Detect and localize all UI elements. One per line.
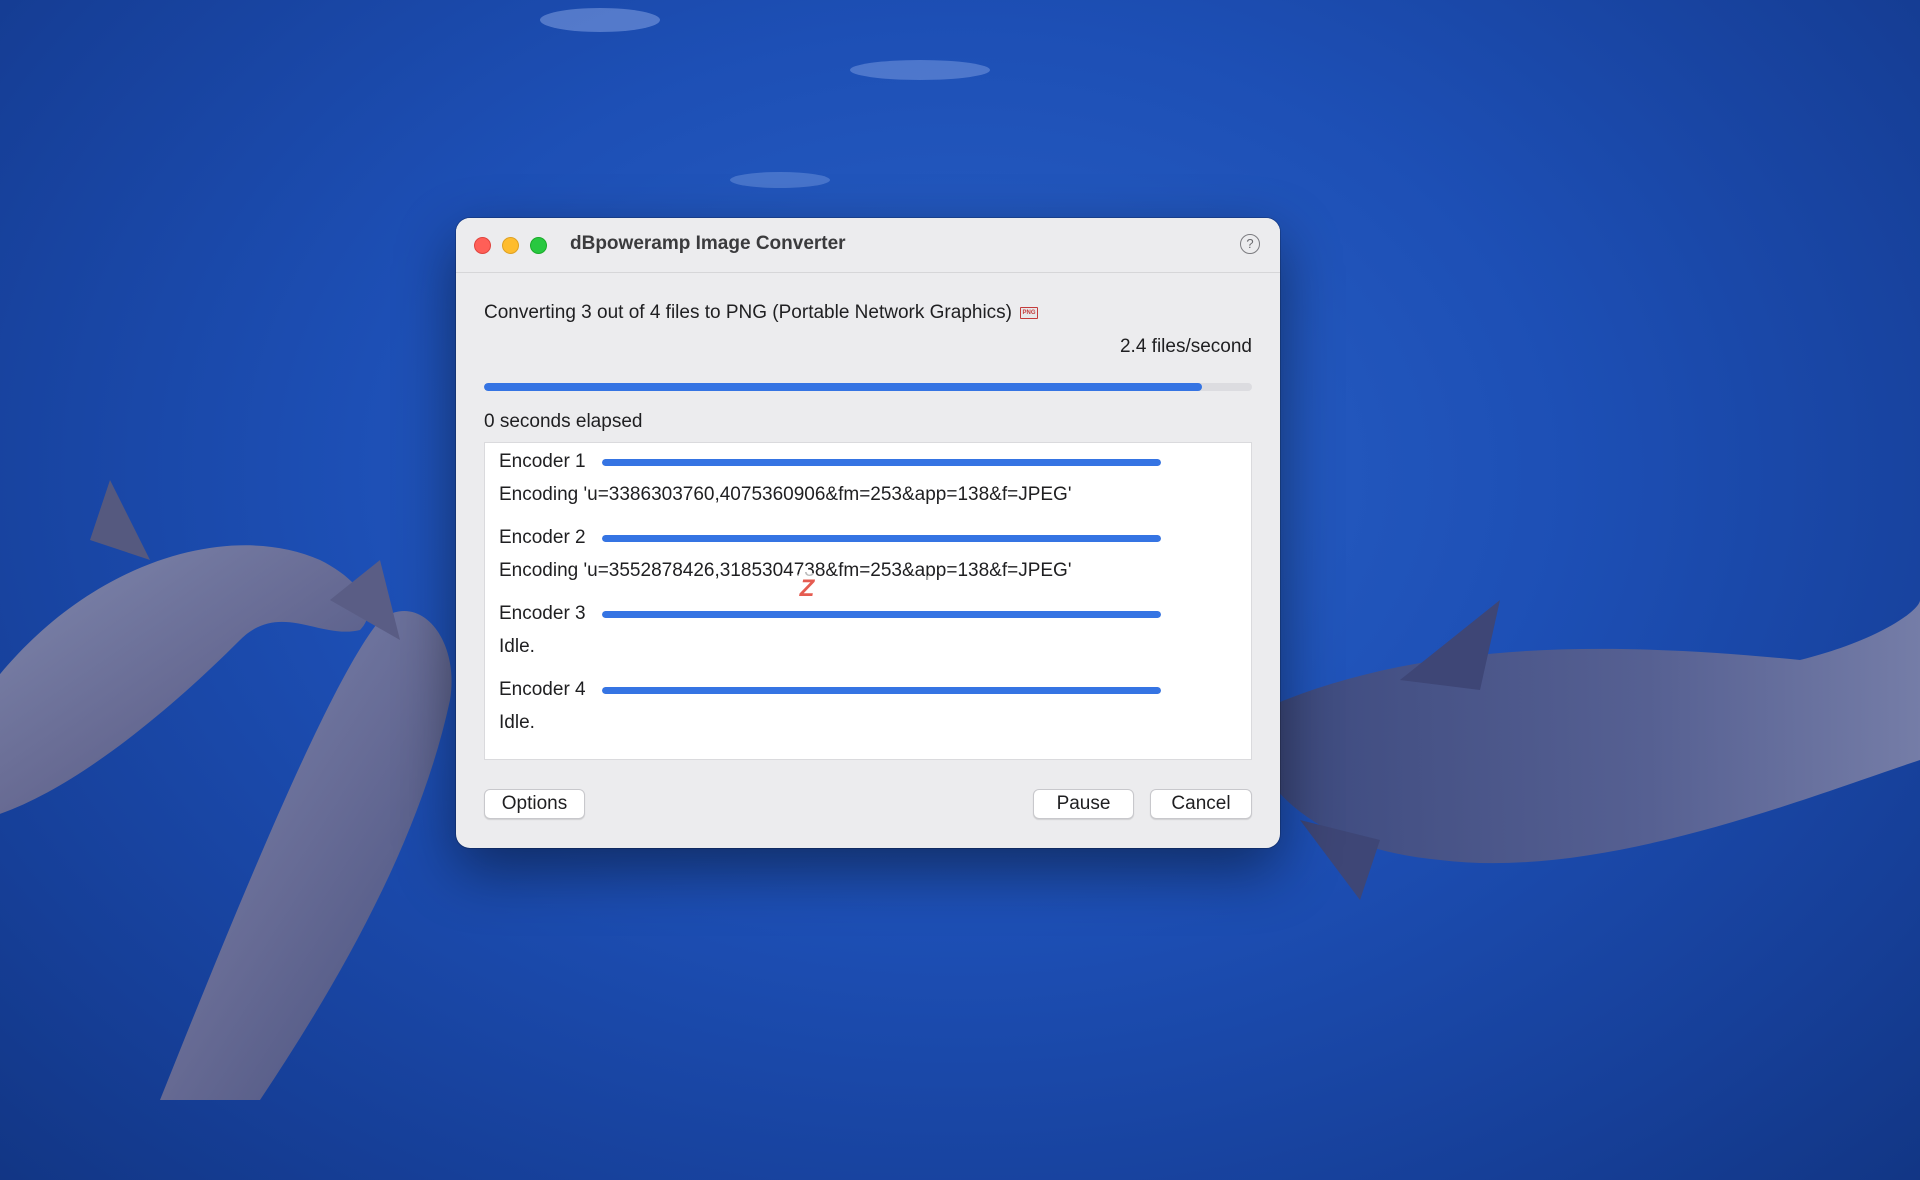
encoder-row: Encoder 2 Encoding 'u=3552878426,3185304…: [499, 527, 1239, 582]
encoder-progress-fill: [602, 610, 1161, 618]
elapsed-time: 0 seconds elapsed: [484, 411, 643, 432]
encoder-progress-bar: [602, 610, 1161, 618]
encoder-progress-fill: [602, 534, 1161, 542]
encoder-progress-bar: [602, 534, 1161, 542]
encoder-progress-fill: [602, 458, 1161, 466]
encoder-progress-bar: [602, 686, 1161, 694]
png-format-icon: PNG: [1020, 307, 1039, 319]
encoder-row: Encoder 4 Idle.: [499, 679, 1239, 734]
conversion-rate: 2.4 files/second: [1119, 336, 1252, 357]
encoder-label: Encoder 2: [499, 527, 586, 548]
window-title: dBpoweramp Image Converter: [570, 233, 846, 254]
encoder-status: Encoding 'u=3552878426,3185304738&fm=253…: [499, 560, 1072, 581]
encoder-label: Encoder 3: [499, 603, 586, 624]
encoder-progress-fill: [602, 686, 1161, 694]
conversion-status-text: Converting 3 out of 4 files to PNG (Port…: [484, 302, 1013, 323]
encoder-list: Encoder 1 Encoding 'u=3386303760,4075360…: [484, 442, 1252, 760]
encoder-label: Encoder 1: [499, 451, 586, 472]
encoder-status: Idle.: [499, 712, 535, 733]
conversion-status: Converting 3 out of 4 files to PNG (Port…: [484, 302, 1039, 324]
close-window-button[interactable]: [474, 237, 491, 254]
pause-button[interactable]: Pause: [1033, 789, 1134, 819]
title-bar: dBpoweramp Image Converter ?: [456, 218, 1280, 273]
encoder-label: Encoder 4: [499, 679, 586, 700]
cancel-button[interactable]: Cancel: [1150, 789, 1252, 819]
zoom-window-button[interactable]: [530, 237, 547, 254]
encoder-status: Idle.: [499, 636, 535, 657]
encoder-row: Encoder 1 Encoding 'u=3386303760,4075360…: [499, 451, 1239, 506]
help-icon[interactable]: ?: [1240, 234, 1260, 254]
encoder-row: Encoder 3 Idle.: [499, 603, 1239, 658]
converter-window: dBpoweramp Image Converter ? Converting …: [456, 218, 1280, 848]
encoder-status: Encoding 'u=3386303760,4075360906&fm=253…: [499, 484, 1072, 505]
encoder-progress-bar: [602, 458, 1161, 466]
overall-progress-fill: [484, 383, 1203, 391]
minimize-window-button[interactable]: [502, 237, 519, 254]
options-button[interactable]: Options: [484, 789, 585, 819]
overall-progress-bar: [484, 383, 1252, 391]
